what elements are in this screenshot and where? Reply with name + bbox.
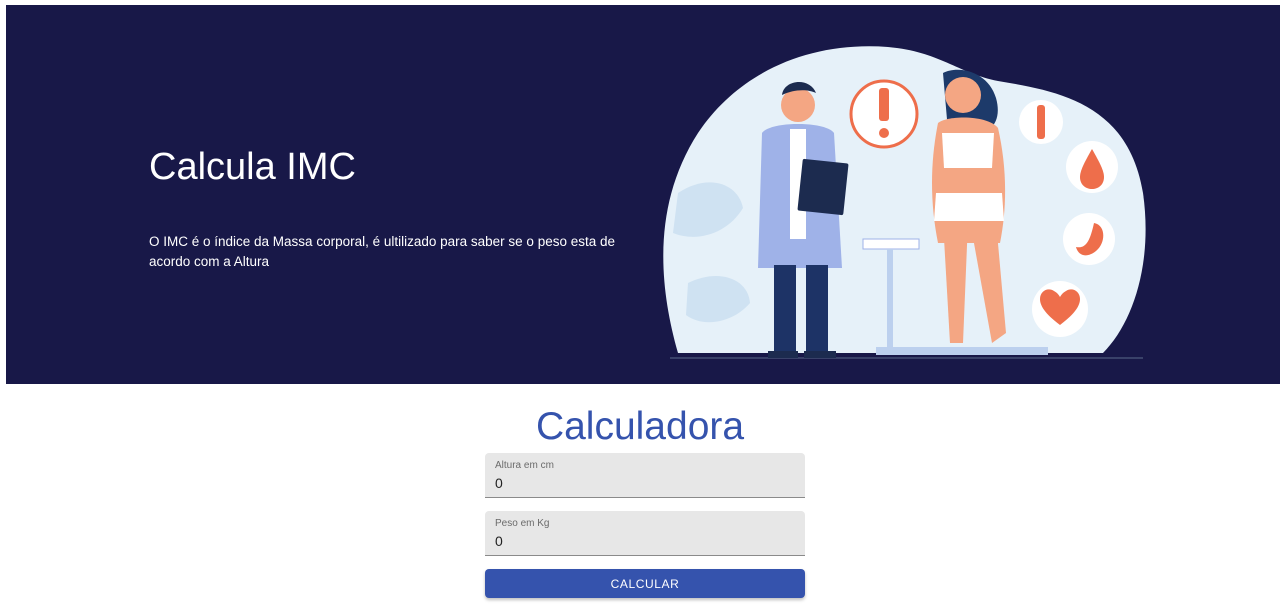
hero-banner: Calcula IMC O IMC é o índice da Massa co… (6, 5, 1280, 384)
height-field[interactable]: Altura em cm (485, 453, 805, 498)
warning-icon (849, 79, 919, 149)
blood-drop-icon (1066, 141, 1118, 193)
height-input[interactable] (495, 473, 795, 493)
hero-description: O IMC é o índice da Massa corporal, é ul… (149, 234, 616, 269)
heart-icon (1032, 281, 1088, 337)
doctor-patient-illustration (663, 46, 1146, 359)
calculator-title: Calculadora (535, 405, 745, 448)
weight-input[interactable] (495, 531, 795, 551)
weight-field[interactable]: Peso em Kg (485, 511, 805, 556)
bone-icon (1019, 100, 1063, 144)
hero-title: Calcula IMC (149, 146, 356, 188)
stomach-icon (1063, 213, 1115, 265)
weight-field-label: Peso em Kg (495, 518, 550, 529)
calculate-button[interactable]: CALCULAR (485, 569, 805, 598)
height-field-label: Altura em cm (495, 460, 554, 471)
